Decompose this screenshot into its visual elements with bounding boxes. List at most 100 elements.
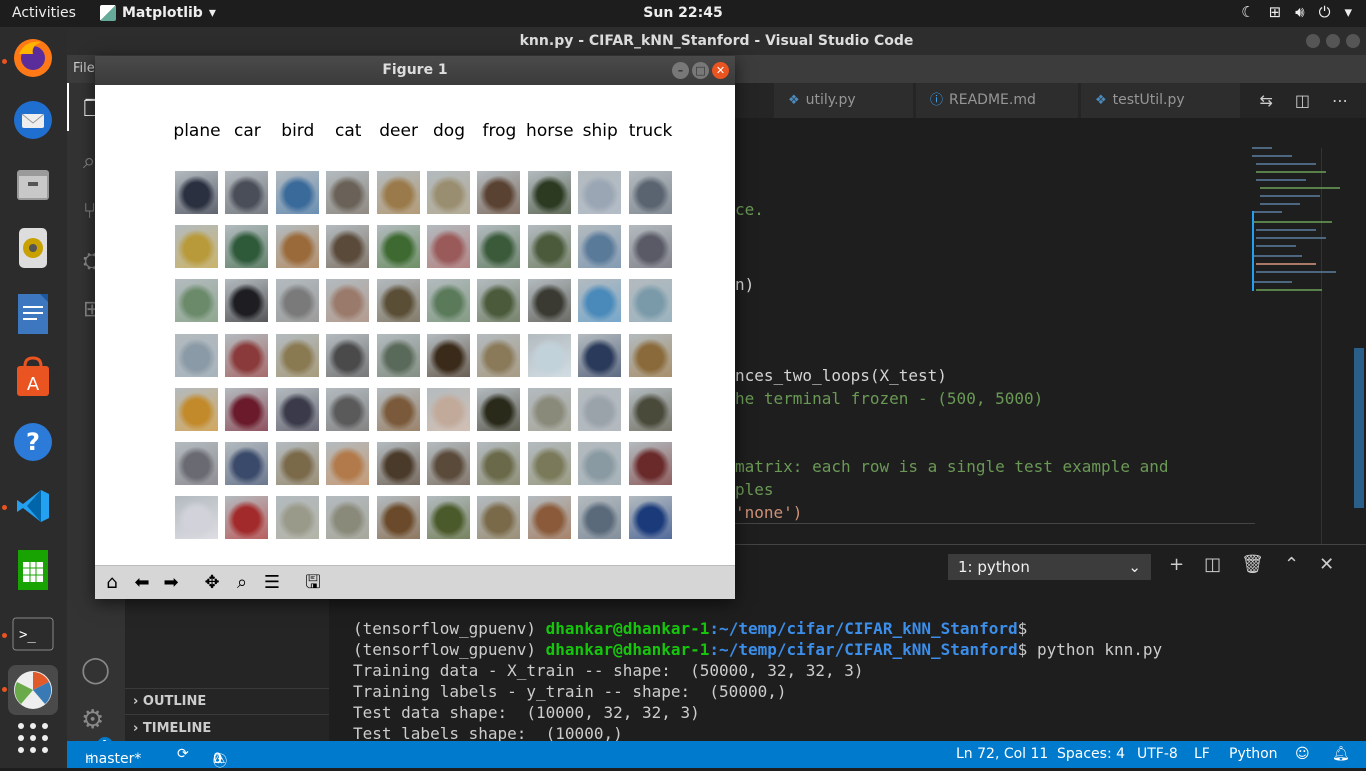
dock: A ? >_	[0, 27, 67, 768]
search-icon[interactable]: ⌕	[83, 149, 95, 174]
new-terminal-icon[interactable]: +	[1169, 554, 1184, 575]
tab-label: utily.py	[805, 92, 856, 108]
menu-file[interactable]: File	[73, 61, 95, 76]
power-icon: ⏻	[1318, 3, 1331, 21]
settings-gear-icon[interactable]: ⚙	[81, 705, 104, 735]
sample-image-dog	[427, 225, 470, 269]
close-button[interactable]: ✕	[712, 62, 729, 79]
terminal-output: Training data - X_train -- shape: (50000…	[353, 661, 864, 680]
encoding-status[interactable]: UTF-8	[1137, 746, 1178, 762]
files-icon[interactable]	[8, 159, 58, 209]
vscode-icon[interactable]	[8, 481, 58, 531]
tab-testutil[interactable]: ❖ testUtil.py	[1081, 83, 1241, 118]
outline-label: OUTLINE	[142, 694, 207, 709]
minimize-button[interactable]	[1306, 34, 1320, 48]
terminal-user: dhankar@dhankar-1	[545, 640, 710, 659]
indent-status[interactable]: Spaces: 4	[1057, 746, 1125, 762]
editor-actions: ⇆ ◫ ⋯	[1259, 91, 1348, 110]
close-button[interactable]	[1346, 34, 1360, 48]
show-apps-icon[interactable]	[8, 713, 58, 763]
terminal-output: Test data shape: (10000, 32, 32, 3)	[353, 703, 700, 722]
home-icon[interactable]: ⌂	[98, 570, 126, 596]
terminal-icon[interactable]: >_	[8, 609, 58, 659]
sample-image-cat	[326, 279, 370, 323]
cursor-position[interactable]: Ln 72, Col 11	[956, 746, 1048, 762]
sample-image-bird	[275, 333, 319, 377]
firefox-icon[interactable]	[8, 33, 58, 83]
sample-image-dog	[427, 496, 470, 540]
software-center-icon[interactable]: A	[8, 353, 58, 403]
help-icon[interactable]: ?	[8, 417, 58, 467]
sample-image-plane	[175, 442, 218, 485]
svg-text:?: ?	[26, 428, 40, 456]
zoom-icon[interactable]: ⌕	[228, 570, 256, 596]
back-arrow-icon[interactable]: ⬅	[128, 570, 156, 596]
thunderbird-icon[interactable]	[8, 95, 58, 145]
forward-arrow-icon[interactable]: ➡	[157, 570, 185, 596]
figure-titlebar[interactable]: Figure 1 – □ ✕	[95, 56, 735, 85]
open-changes-icon[interactable]: ⇆	[1259, 91, 1272, 110]
active-indicator	[67, 83, 69, 131]
terminal-output: Training labels - y_train -- shape: (500…	[353, 682, 787, 701]
split-terminal-icon[interactable]: ◫	[1204, 554, 1221, 575]
sample-image-truck	[628, 279, 672, 323]
save-icon[interactable]: 🖫	[299, 570, 327, 596]
tab-label: testUtil.py	[1112, 92, 1185, 108]
account-icon[interactable]: ◯	[81, 655, 110, 685]
pan-icon[interactable]: ✥	[198, 570, 226, 596]
sample-image-truck	[628, 442, 672, 485]
trash-icon[interactable]: 🗑︎	[1241, 554, 1264, 575]
bell-icon[interactable]: 🔔︎	[1332, 746, 1350, 762]
scrollbar[interactable]	[1354, 348, 1364, 508]
maximize-panel-icon[interactable]: ⌃	[1284, 554, 1299, 575]
tab-utily[interactable]: ❖ utily.py	[774, 83, 914, 118]
sample-image-cat	[326, 171, 370, 214]
minimize-button[interactable]: –	[672, 62, 689, 79]
matplotlib-icon[interactable]	[8, 665, 58, 715]
window-title: knn.py - CIFAR_kNN_Stanford - Visual Stu…	[67, 27, 1366, 55]
terminal-path: :~/temp/cifar/CIFAR_kNN_Stanford	[709, 640, 1018, 659]
libreoffice-calc-icon[interactable]	[8, 545, 58, 595]
configure-subplots-icon[interactable]: ☰	[258, 570, 286, 596]
close-panel-icon[interactable]: ✕	[1319, 554, 1334, 575]
svg-text:>_: >_	[19, 627, 36, 643]
sample-image-frog	[477, 279, 521, 323]
more-actions-icon[interactable]: ⋯	[1332, 91, 1348, 110]
warning-count: 0	[213, 751, 222, 767]
code-line: he terminal frozen - (500, 5000)	[735, 389, 1044, 408]
sample-image-bird	[275, 496, 319, 540]
sample-image-deer	[376, 496, 420, 540]
eol-status[interactable]: LF	[1194, 746, 1210, 762]
clock[interactable]: Sun 22:45	[0, 5, 1366, 21]
tab-readme[interactable]: ⓘ README.md	[916, 83, 1079, 118]
outline-section[interactable]: › OUTLINE	[125, 688, 329, 714]
terminal-select-value: 1: python	[958, 558, 1030, 576]
language-status[interactable]: Python	[1229, 746, 1278, 762]
figure-canvas[interactable]: plane car bird cat deer dog frog horse ship truck	[95, 85, 735, 565]
split-editor-icon[interactable]: ◫	[1295, 91, 1310, 110]
sample-image-frog	[477, 333, 521, 377]
rhythmbox-icon[interactable]	[8, 223, 58, 273]
terminal-command: $ python knn.py	[1017, 640, 1163, 659]
minimap[interactable]	[1252, 145, 1352, 315]
sample-image-cat	[326, 442, 370, 485]
terminal-user: dhankar@dhankar-1	[545, 619, 710, 638]
sample-image-car	[225, 333, 269, 377]
libreoffice-writer-icon[interactable]	[8, 289, 58, 339]
sample-image-ship	[578, 496, 622, 540]
feedback-icon[interactable]: ☺	[1295, 746, 1310, 762]
code-line: n)	[735, 275, 755, 294]
system-tray[interactable]: ☾ ⊞ 🔊︎ ⏻ ▾	[1241, 3, 1352, 21]
sample-image-truck	[628, 171, 672, 214]
maximize-button[interactable]	[1326, 34, 1340, 48]
running-indicator	[2, 687, 7, 692]
sample-image-plane	[175, 279, 218, 323]
sample-image-cat	[326, 496, 370, 540]
sync-icon[interactable]: ⟳	[177, 746, 189, 762]
chevron-down-icon: ▾	[1344, 3, 1352, 21]
sample-image-horse	[527, 333, 571, 377]
terminal-select[interactable]: 1: python ⌄	[948, 554, 1151, 580]
maximize-button[interactable]: □	[692, 62, 709, 79]
network-icon: ⊞	[1268, 3, 1282, 21]
timeline-section[interactable]: › TIMELINE	[125, 714, 329, 741]
